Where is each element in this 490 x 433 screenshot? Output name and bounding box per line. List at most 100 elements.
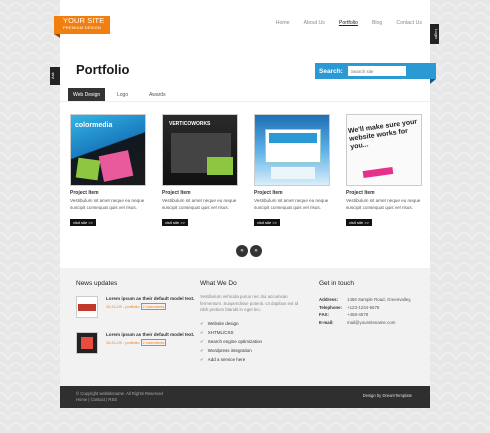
nav-home[interactable]: Home: [276, 20, 290, 26]
item-title: Project Item: [70, 190, 99, 196]
thumb-shape: [81, 337, 93, 349]
item-title: Project Item: [254, 190, 283, 196]
search-bar: Search:: [315, 63, 436, 79]
item-description: Vestibulum sit amet neque eu neque susci…: [70, 198, 145, 210]
portfolio-item: colormedia Project Item Vestibulum sit a…: [70, 114, 146, 229]
what-we-do-text: Vestibulum vehicula purus nec dui accums…: [200, 294, 299, 312]
news-date: 19-11-09 - portfolio: [106, 340, 140, 345]
service-label: Search engine optimization: [207, 338, 263, 344]
portfolio-thumbnail[interactable]: colormedia: [70, 114, 146, 186]
contact-email[interactable]: mail@yoursitename.com: [347, 319, 395, 327]
logo-ribbon-fold: [54, 34, 60, 38]
visit-site-button[interactable]: visit site >>: [254, 219, 281, 226]
pagination: « »: [236, 245, 262, 257]
item-description: Vestibulum sit amet neque eu neque susci…: [254, 198, 329, 210]
logo-subtitle: PREMIUM DESIGN: [63, 25, 102, 30]
services-list: ✔ Website design ✔ XHTML/CSS ✔ Search engin…: [200, 319, 305, 364]
tab-web-design[interactable]: Web Design: [68, 88, 106, 101]
thumb-shape: [98, 150, 134, 182]
bottom-bar: © Copyright websitename. All Rights Rese…: [60, 386, 430, 408]
news-headline[interactable]: Lorem ipsum as their default model text.: [106, 332, 196, 338]
what-we-do: Vestibulum vehicula purus nec dui accums…: [200, 294, 305, 364]
contact-key: Address:: [319, 297, 339, 302]
thumb-shape: [78, 304, 96, 311]
portfolio-item: VERTICOWORKS Project Item Vestibulum sit…: [162, 114, 238, 229]
thumb-shape: [207, 157, 233, 175]
nav-portfolio[interactable]: Portfolio: [339, 20, 358, 26]
comments-badge[interactable]: 2 comments: [140, 303, 167, 310]
portfolio-item: We'll make sure your website works for y…: [346, 114, 422, 229]
news-title: News updates: [76, 280, 118, 287]
news-date: 19-11-09 - portfolio: [106, 304, 140, 309]
thumb-caption: colormedia: [75, 122, 113, 129]
service-label: Wordpress integration: [207, 347, 252, 353]
item-title: Project Item: [346, 190, 375, 196]
page-container: YOUR SITE PREMIUM DESIGN Home About Us P…: [54, 0, 436, 408]
service-item: ✔ Wordpress integration: [200, 346, 305, 355]
portfolio-thumbnail[interactable]: [254, 114, 330, 186]
service-label: Website design: [207, 320, 239, 326]
next-page-button[interactable]: »: [250, 245, 262, 257]
item-description: Vestibulum sit amet neque eu neque susci…: [162, 198, 237, 210]
nav-about[interactable]: About Us: [304, 20, 325, 26]
design-credit[interactable]: Design by DreamTemplate: [363, 393, 412, 398]
news-item: Lorem ipsum as their default model text.…: [76, 332, 194, 356]
thumb-shape: [269, 133, 317, 143]
thumb-shape: [362, 166, 394, 179]
check-icon: ✔: [200, 320, 204, 326]
footer: News updates Lorem ipsum as their defaul…: [60, 268, 430, 386]
check-icon: ✔: [200, 356, 204, 362]
service-item: ✔ Search engine optimization: [200, 337, 305, 346]
what-we-do-title: What We Do: [200, 280, 237, 287]
contact-value: +123-1234-5678: [347, 304, 380, 310]
search-input[interactable]: [347, 66, 406, 76]
contact-row: E-mail: mail@yoursitename.com: [319, 319, 411, 327]
visit-site-button[interactable]: visit site >>: [346, 219, 373, 226]
tab-logo[interactable]: Logo: [112, 88, 133, 101]
service-item: ✔ XHTML/CSS: [200, 328, 305, 337]
news-thumbnail[interactable]: [76, 296, 98, 318]
contact-row: Telephone: +123-1234-5678: [319, 304, 411, 312]
prev-page-button[interactable]: «: [236, 245, 248, 257]
thumb-caption: VERTICOWORKS: [169, 121, 211, 127]
search-ribbon-fold: [430, 79, 436, 84]
page-title: Portfolio: [76, 62, 130, 77]
item-description: Vestibulum sit amet neque eu neque susci…: [346, 198, 421, 210]
tab-awards[interactable]: Awards: [144, 88, 171, 101]
site-logo[interactable]: YOUR SITE PREMIUM DESIGN: [54, 16, 110, 34]
search-label: Search:: [319, 67, 343, 75]
check-icon: ✔: [200, 329, 204, 335]
visit-site-button[interactable]: visit site >>: [70, 219, 97, 226]
contact-title: Get in touch: [319, 280, 355, 287]
contact-key: FAX:: [319, 312, 330, 317]
item-title: Project Item: [162, 190, 191, 196]
news-thumbnail[interactable]: [76, 332, 98, 354]
thumb-shape: [75, 157, 101, 181]
comments-badge[interactable]: 2 comments: [140, 339, 167, 346]
news-item: Lorem ipsum as their default model text.…: [76, 296, 194, 320]
portfolio-item: Project Item Vestibulum sit amet neque e…: [254, 114, 330, 229]
thumb-caption: We'll make sure your website works for y…: [347, 118, 418, 151]
visit-site-button[interactable]: visit site >>: [162, 219, 189, 226]
check-icon: ✔: [200, 347, 204, 353]
logo-title: YOUR SITE: [63, 16, 105, 25]
portfolio-thumbnail[interactable]: We'll make sure your website works for y…: [346, 114, 422, 186]
contact-row: Address: 1456 Sample Road, Greenvalley,: [319, 296, 411, 304]
login-side-tab[interactable]: Login: [430, 24, 439, 44]
main-nav: Home About Us Portfolio Blog Contact Us: [262, 20, 422, 26]
news-headline[interactable]: Lorem ipsum as their default model text.: [106, 296, 196, 302]
contact-info: Address: 1456 Sample Road, Greenvalley, T…: [319, 296, 411, 326]
ask-side-tab[interactable]: Ask: [50, 67, 60, 85]
nav-blog[interactable]: Blog: [372, 20, 382, 26]
thumb-shape: [271, 167, 315, 179]
contact-key: Telephone:: [319, 304, 343, 310]
contact-key: E-mail:: [319, 319, 334, 325]
footer-links[interactable]: Home | Contact | RSS: [76, 397, 163, 403]
service-item: ✔ Website design: [200, 319, 305, 328]
service-item: ✔ Add a service here: [200, 355, 305, 364]
portfolio-tabs: Web Design Logo Awards: [60, 88, 430, 102]
service-label: XHTML/CSS: [207, 329, 234, 335]
portfolio-thumbnail[interactable]: VERTICOWORKS: [162, 114, 238, 186]
check-icon: ✔: [200, 338, 204, 344]
nav-contact[interactable]: Contact Us: [396, 20, 422, 26]
